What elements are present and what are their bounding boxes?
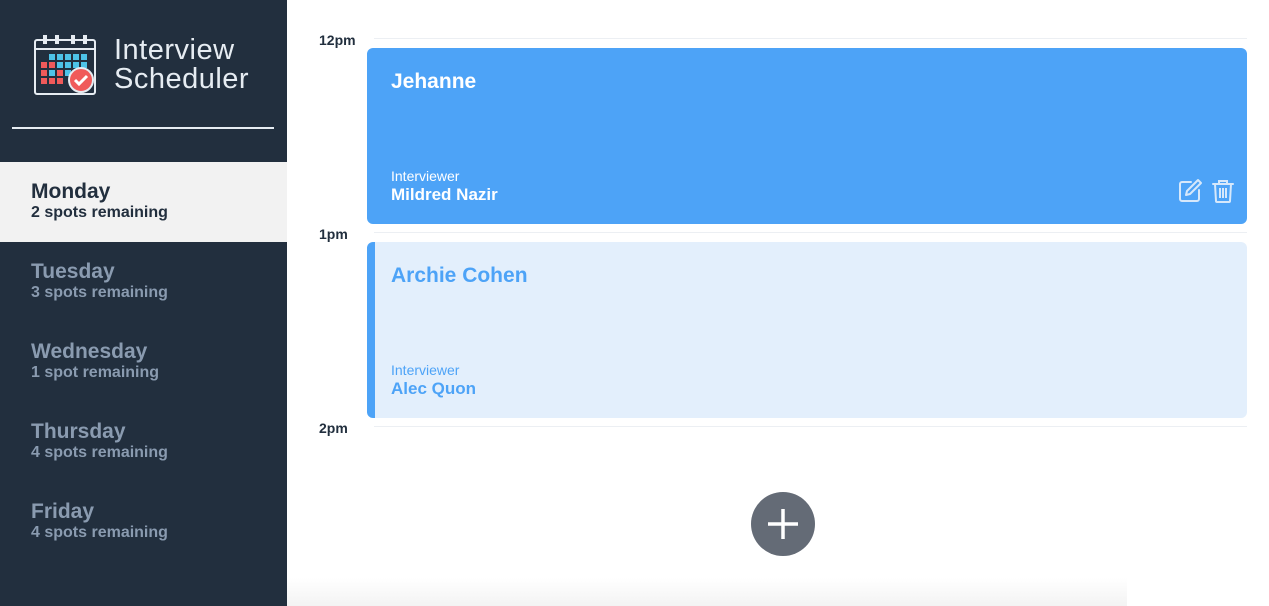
trash-icon[interactable] [1210, 178, 1236, 204]
interviewer-name: Alec Quon [391, 379, 477, 398]
day-spots: 1 spot remaining [31, 364, 160, 381]
day-name: Tuesday [31, 260, 115, 283]
day-name: Monday [31, 180, 111, 203]
calendar-check-icon [34, 35, 96, 95]
day-name: Friday [31, 500, 95, 523]
day-spots: 2 spots remaining [31, 204, 168, 221]
app-title-line1: Interview [114, 34, 235, 66]
day-spots: 4 spots remaining [31, 444, 168, 461]
brand: Interview Scheduler [33, 34, 249, 96]
add-appointment-button[interactable] [751, 492, 815, 556]
student-name: Archie Cohen [391, 264, 528, 287]
app-title-line2: Scheduler [114, 63, 250, 95]
day-name: Wednesday [31, 340, 148, 363]
appointment-card[interactable]: Archie Cohen Interviewer Alec Quon [367, 242, 1247, 418]
day-spots: 4 spots remaining [31, 524, 168, 541]
appointment-actions [1170, 178, 1236, 204]
time-separator [374, 38, 1247, 39]
schedule: 12pm Jehanne Interviewer Mildred Nazir 1… [287, 0, 1269, 606]
interviewer-name: Mildred Nazir [391, 185, 498, 204]
time-label: 12pm [319, 32, 356, 48]
bottom-shadow [287, 578, 1127, 606]
day-item-tuesday[interactable]: Tuesday 3 spots remaining [0, 242, 287, 322]
app-title: Interview Scheduler [114, 36, 249, 94]
day-name: Thursday [31, 420, 126, 443]
time-slot-2pm: 2pm [287, 420, 1269, 440]
day-item-thursday[interactable]: Thursday 4 spots remaining [0, 402, 287, 482]
time-label: 1pm [319, 226, 348, 242]
day-spots: 3 spots remaining [31, 284, 168, 301]
sidebar-divider [12, 127, 274, 129]
day-item-monday[interactable]: Monday 2 spots remaining [0, 162, 287, 242]
sidebar: Interview Scheduler Monday 2 spots remai… [0, 0, 287, 606]
interviewer-label: Interviewer [391, 168, 460, 184]
edit-icon[interactable] [1177, 178, 1203, 204]
day-item-friday[interactable]: Friday 4 spots remaining [0, 482, 287, 562]
interviewer-label: Interviewer [391, 362, 460, 378]
time-label: 2pm [319, 420, 348, 436]
day-list: Monday 2 spots remaining Tuesday 3 spots… [0, 162, 287, 562]
day-item-wednesday[interactable]: Wednesday 1 spot remaining [0, 322, 287, 402]
time-separator [374, 426, 1247, 427]
appointment-card: Jehanne Interviewer Mildred Nazir [367, 48, 1247, 224]
plus-icon [768, 509, 798, 539]
time-separator [374, 232, 1247, 233]
student-name: Jehanne [391, 70, 477, 93]
